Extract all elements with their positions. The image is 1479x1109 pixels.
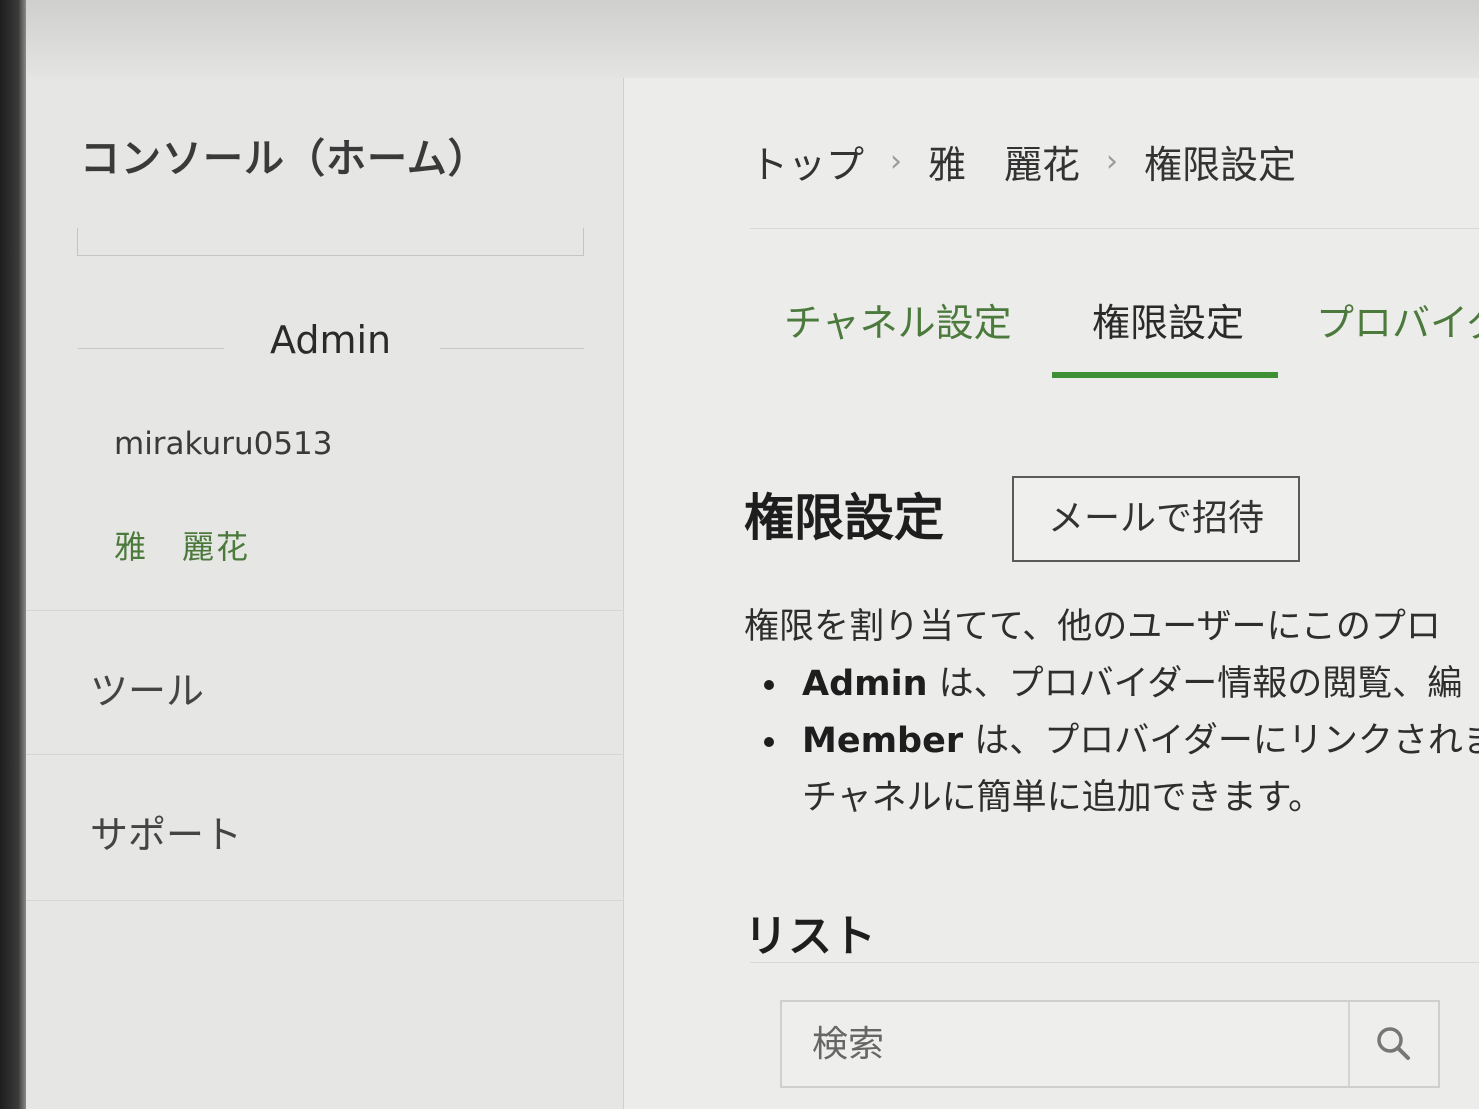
- top-strip: [26, 0, 1479, 78]
- role-name-member: Member: [802, 721, 964, 761]
- breadcrumb: トップ › 雅 麗花 › 権限設定: [750, 134, 1296, 189]
- list-item: Admin は、プロバイダー情報の閲覧、編: [764, 656, 1479, 713]
- role-bullet-list: Admin は、プロバイダー情報の閲覧、編 Member は、プロバイダーにリン…: [764, 656, 1479, 827]
- list-item: Member は、プロバイダーにリンクされま: [764, 713, 1479, 770]
- sidebar: コンソール（ホーム） Admin mirakuru0513 雅 麗花 ツール サ…: [26, 78, 624, 1109]
- account-name-link[interactable]: 雅 麗花: [114, 522, 250, 568]
- permission-description: 権限を割り当てて、他のユーザーにこのプロ: [744, 607, 1441, 647]
- monitor-bezel: [0, 0, 26, 1109]
- invite-by-email-button[interactable]: メールで招待: [1012, 476, 1300, 562]
- list-section-title: リスト: [744, 911, 876, 962]
- search-button[interactable]: [1348, 1002, 1438, 1086]
- sidebar-item-tools[interactable]: ツール: [90, 660, 204, 715]
- breadcrumb-current: 権限設定: [1144, 143, 1297, 187]
- main-content: トップ › 雅 麗花 › 権限設定 チャネル設定 権限設定 プロバイダ 権限設定…: [624, 78, 1479, 1109]
- tab-permission-settings[interactable]: 権限設定: [1092, 292, 1244, 347]
- page-title: 権限設定: [744, 489, 944, 547]
- bullet-icon: [764, 737, 774, 747]
- search-box: [780, 1000, 1440, 1088]
- active-tab-indicator: [1052, 372, 1278, 378]
- account-id: mirakuru0513: [114, 426, 333, 462]
- divider: [750, 962, 1479, 963]
- role-name-admin: Admin: [802, 664, 928, 704]
- tab-provider[interactable]: プロバイダ: [1316, 292, 1479, 347]
- divider: [750, 228, 1479, 229]
- tab-channel-settings[interactable]: チャネル設定: [784, 292, 1012, 347]
- divider: [26, 754, 624, 755]
- bullet-icon: [764, 680, 774, 690]
- breadcrumb-separator: ›: [1106, 144, 1119, 179]
- search-icon: [1377, 1027, 1410, 1060]
- role-description-admin: は、プロバイダー情報の閲覧、編: [927, 664, 1463, 704]
- role-label: Admin: [270, 318, 392, 362]
- role-divider-left: [78, 348, 224, 349]
- breadcrumb-top[interactable]: トップ: [750, 134, 864, 189]
- role-divider-right: [440, 348, 584, 349]
- divider: [26, 610, 624, 611]
- divider: [26, 900, 624, 901]
- sidebar-search-box: [77, 228, 584, 256]
- console-home-title[interactable]: コンソール（ホーム）: [80, 126, 489, 184]
- role-description-member-cont: チャネルに簡単に追加できます。: [802, 778, 1324, 818]
- role-description-member: は、プロバイダーにリンクされま: [963, 721, 1479, 761]
- search-input[interactable]: [782, 1002, 1348, 1086]
- sidebar-item-support[interactable]: サポート: [90, 804, 242, 859]
- breadcrumb-provider[interactable]: 雅 麗花: [928, 134, 1080, 189]
- breadcrumb-separator: ›: [890, 144, 903, 179]
